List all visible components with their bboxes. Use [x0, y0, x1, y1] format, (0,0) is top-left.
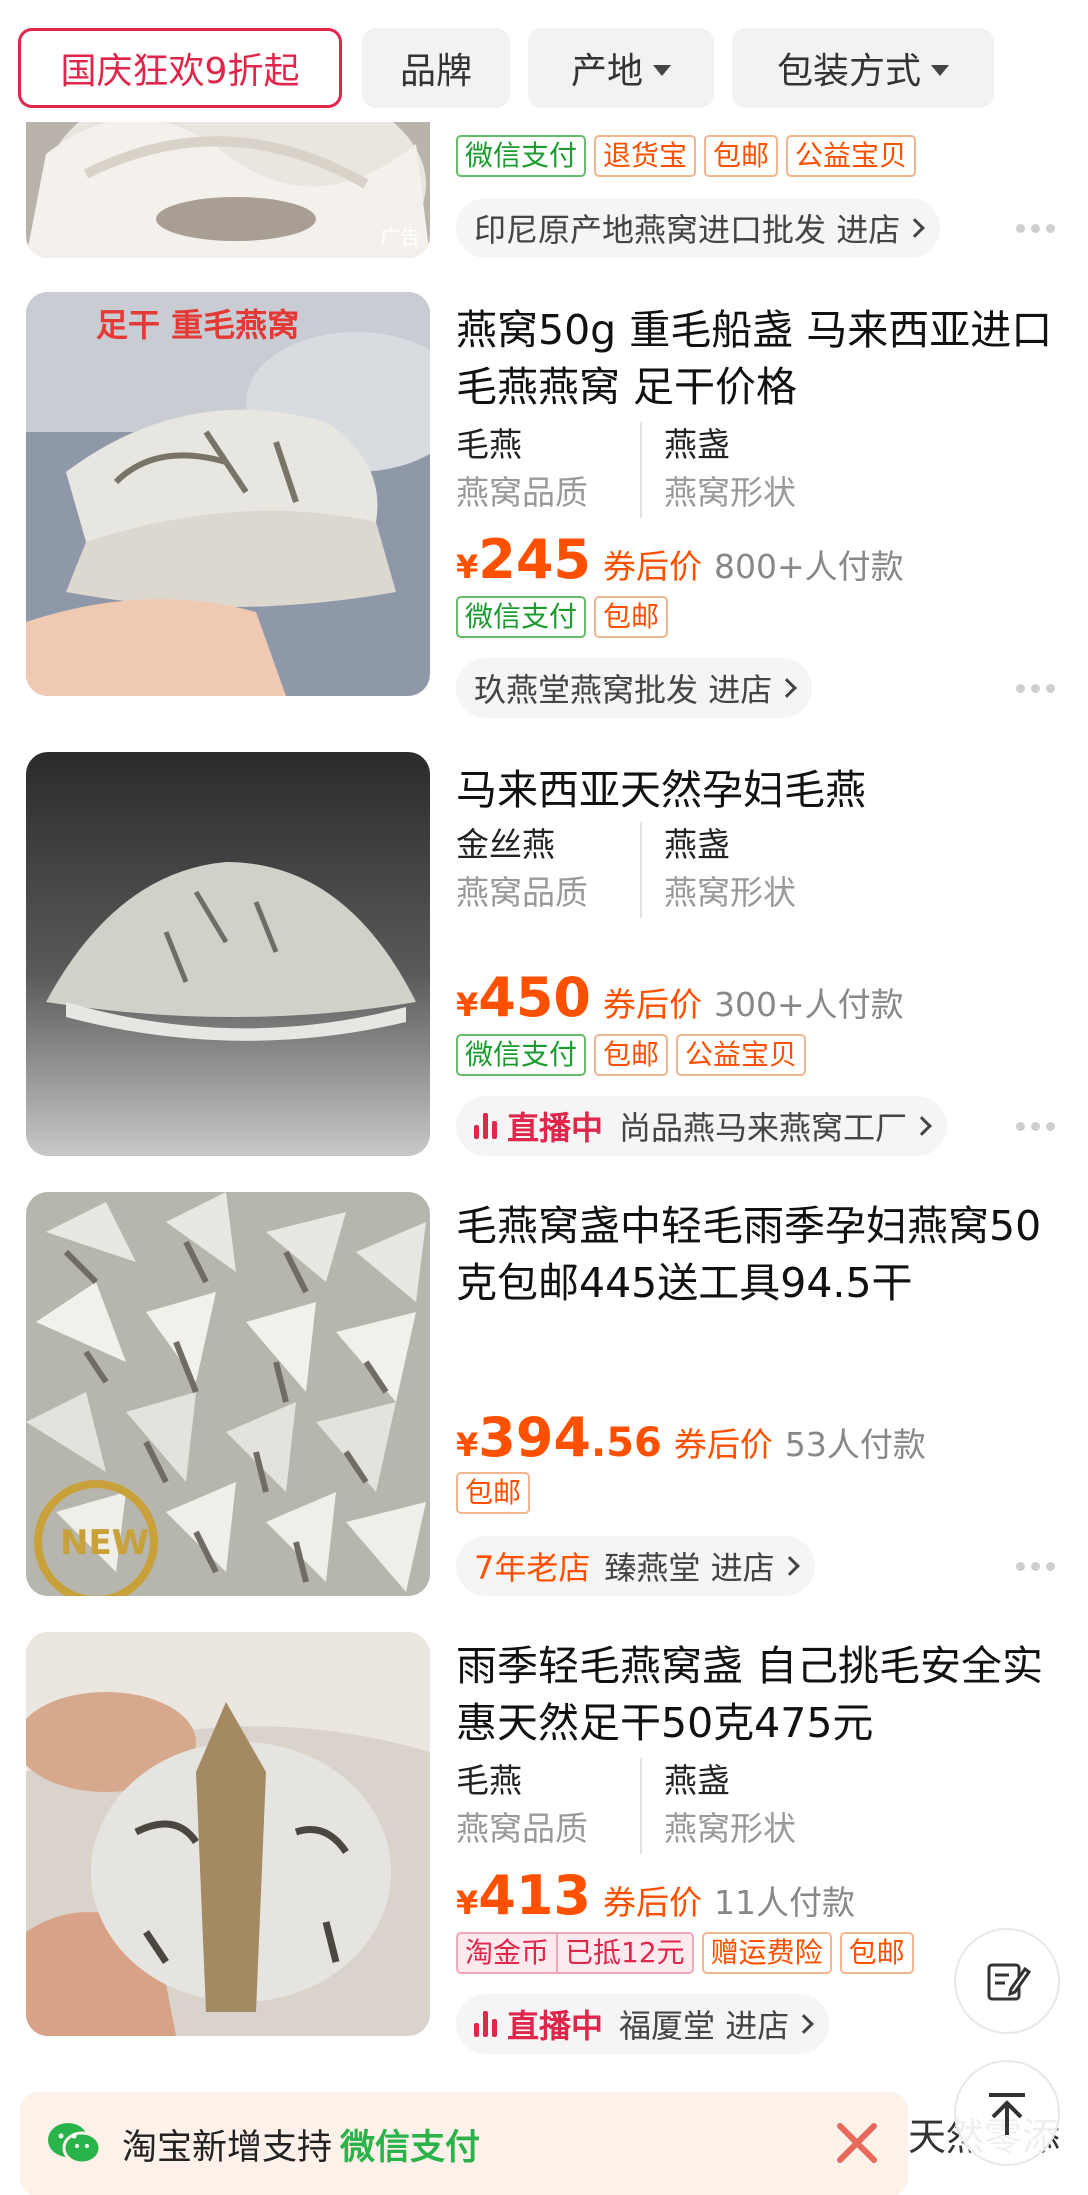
tag: 微信支付 [456, 135, 587, 177]
live-badge: 直播中 [474, 2001, 603, 2047]
tag: 包邮 [456, 1472, 531, 1514]
origin-filter-chip[interactable]: 产地 [528, 28, 714, 108]
more-dots-icon[interactable] [1016, 1122, 1055, 1131]
product-info: 燕窝50g 重毛船盏 马来西亚进口毛燕燕窝 足干价格 [456, 302, 1056, 416]
store-link[interactable]: 直播中 福厦堂 进店 [456, 1994, 830, 2054]
attr-quality: 毛燕 燕窝品质 [456, 425, 588, 512]
tag: 已抵12元 [558, 1932, 694, 1974]
live-bars-icon [474, 1113, 497, 1139]
paid-count: 53人付款 [784, 1425, 926, 1464]
live-bars-icon [474, 2011, 497, 2037]
paid-count: 11人付款 [714, 1883, 855, 1922]
product-title[interactable]: 毛燕窝盏中轻毛雨季孕妇燕窝50克包邮445送工具94.5干 [456, 1198, 1056, 1312]
tag: 微信支付 [456, 1034, 587, 1076]
chevron-right-icon [777, 678, 798, 698]
product-title[interactable]: 燕窝50g 重毛船盏 马来西亚进口毛燕燕窝 足干价格 [456, 302, 1056, 416]
chevron-right-icon [794, 2014, 815, 2034]
promo-filter-chip[interactable]: 国庆狂欢9折起 [18, 28, 342, 108]
price-row: ¥ 413 券后价 11人付款 [456, 1864, 855, 1927]
attr-shape: 燕盏 燕窝形状 [640, 1758, 824, 1854]
price-row: ¥ 245 券后价 800+人付款 [456, 528, 904, 591]
product-info: 雨季轻毛燕窝盏 自己挑毛安全实惠天然足干50克475元 [456, 1638, 1056, 1752]
paid-count: 300+人付款 [714, 985, 904, 1024]
edit-note-icon [987, 1963, 1031, 2001]
store-link[interactable]: 玖燕堂燕窝批发 进店 [456, 658, 813, 718]
more-dots-icon[interactable] [1016, 684, 1055, 693]
more-dots-icon[interactable] [1016, 224, 1055, 233]
tag: 包邮 [594, 1034, 669, 1076]
tag: 公益宝贝 [676, 1034, 807, 1076]
image-stamp: NEW [60, 1523, 149, 1563]
product-tags: 微信支付 包邮 公益宝贝 [456, 1034, 807, 1076]
store-link[interactable]: 7年老店 臻燕堂 进店 [456, 1536, 815, 1596]
banner-text: 淘宝新增支持 [122, 2127, 333, 2168]
chevron-right-icon [912, 1116, 932, 1136]
wechat-icon [48, 2123, 102, 2165]
product-attributes: 毛燕 燕窝品质 燕盏 燕窝形状 [456, 1758, 824, 1854]
store-link[interactable]: 直播中 尚品燕马来燕窝工厂 [456, 1096, 948, 1156]
product-image[interactable] [26, 752, 430, 1156]
product-tags: 包邮 [456, 1472, 531, 1514]
edit-note-button[interactable] [954, 1928, 1060, 2034]
more-dots-icon[interactable] [1016, 1562, 1055, 1571]
tag: 退货宝 [594, 135, 697, 177]
live-badge: 直播中 [474, 1103, 603, 1149]
brand-filter-chip[interactable]: 品牌 [362, 28, 510, 108]
price-row: ¥ 450 券后价 300+人付款 [456, 966, 904, 1029]
packaging-filter-chip[interactable]: 包装方式 [732, 28, 994, 108]
product-image[interactable]: 足干 重毛燕窝 [26, 292, 430, 696]
close-icon[interactable] [834, 2120, 880, 2166]
tag: 公益宝贝 [786, 135, 917, 177]
chevron-right-icon [905, 218, 926, 238]
caret-down-icon [653, 64, 671, 76]
attr-shape: 燕盏 燕窝形状 [640, 422, 824, 518]
product-title[interactable]: 雨季轻毛燕窝盏 自己挑毛安全实惠天然足干50克475元 [456, 1638, 1056, 1752]
chevron-right-icon [779, 1556, 800, 1576]
back-to-top-icon [989, 2093, 1025, 2135]
paid-count: 800+人付款 [714, 547, 904, 586]
wechat-pay-banner[interactable]: 淘宝新增支持 微信支付 [20, 2092, 908, 2195]
price: 394 [478, 1406, 591, 1469]
price: 413 [478, 1864, 591, 1927]
back-to-top-button[interactable] [954, 2060, 1060, 2166]
price: 450 [478, 966, 591, 1029]
tag: 包邮 [839, 1932, 914, 1974]
banner-highlight: 微信支付 [340, 2127, 481, 2168]
product-image[interactable] [26, 1632, 430, 2036]
image-caption: 足干 重毛燕窝 [96, 306, 299, 344]
price-row: ¥ 394 .56 券后价 53人付款 [456, 1406, 926, 1469]
store-link[interactable]: 印尼原产地燕窝进口批发 进店 [456, 198, 941, 258]
product-info: 马来西亚天然孕妇毛燕 [456, 762, 1056, 819]
product-tags: 微信支付 包邮 [456, 596, 669, 638]
caret-down-icon [931, 64, 949, 76]
tag: 淘金币 [456, 1932, 559, 1974]
tag: 微信支付 [456, 596, 587, 638]
product-image[interactable]: NEW [26, 1192, 430, 1596]
attr-quality: 毛燕 燕窝品质 [456, 1761, 588, 1848]
product-attributes: 金丝燕 燕窝品质 燕盏 燕窝形状 [456, 822, 824, 918]
product-info: 毛燕窝盏中轻毛雨季孕妇燕窝50克包邮445送工具94.5干 [456, 1198, 1056, 1312]
product-title[interactable]: 马来西亚天然孕妇毛燕 [456, 762, 1056, 819]
tag: 包邮 [594, 596, 669, 638]
tag: 赠运费险 [701, 1932, 832, 1974]
price: 245 [478, 528, 591, 591]
product-tags: 微信支付 退货宝 包邮 公益宝贝 [456, 135, 917, 177]
filter-bar: 国庆狂欢9折起 品牌 产地 包装方式 [0, 0, 1088, 122]
attr-shape: 燕盏 燕窝形状 [640, 822, 824, 918]
product-attributes: 毛燕 燕窝品质 燕盏 燕窝形状 [456, 422, 824, 518]
ad-label: 广告 [380, 225, 420, 249]
product-tags: 淘金币 已抵12元 赠运费险 包邮 [456, 1932, 914, 1974]
attr-quality: 金丝燕 燕窝品质 [456, 825, 588, 912]
store-age-badge: 7年老店 [474, 1549, 591, 1587]
tag: 包邮 [704, 135, 779, 177]
